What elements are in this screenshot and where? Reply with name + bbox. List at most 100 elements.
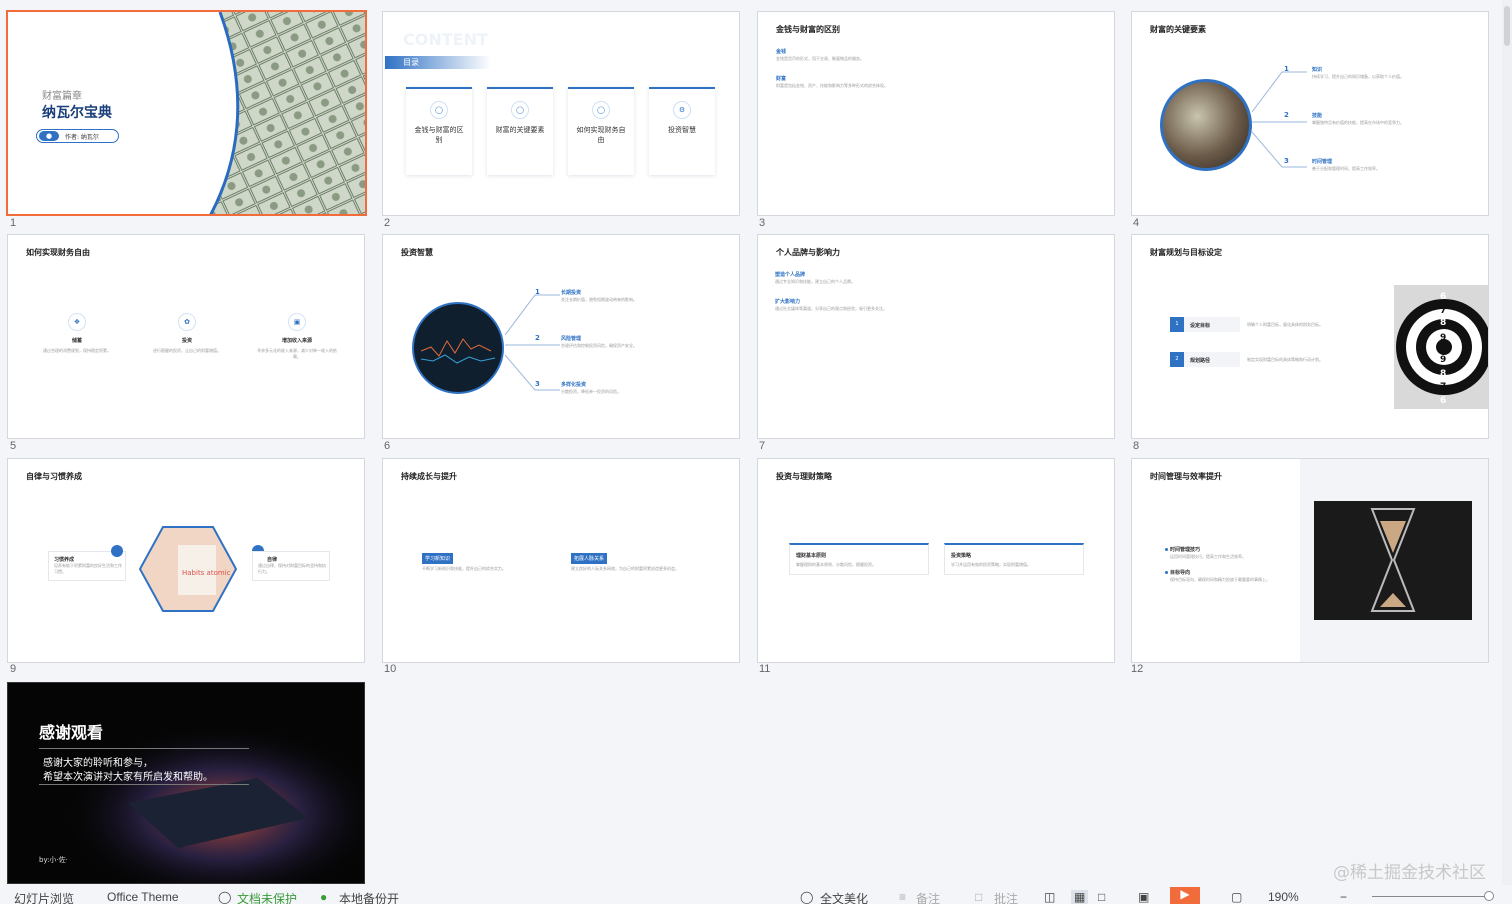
step-heading: 知识 xyxy=(1312,67,1323,73)
target-number: 7 xyxy=(1440,306,1446,316)
slide-number-6: 6 xyxy=(384,440,391,452)
slide-thumb-13[interactable]: 感谢观看 感谢大家的聆听和参与， 希望本次演讲对大家有所启发和帮助。 by:小·… xyxy=(7,682,365,884)
toc-bar: 目录 xyxy=(385,56,491,69)
vertical-scrollbar[interactable] xyxy=(1502,0,1512,885)
feature-text: 通过合理的消费规划，保持稳定积累。 xyxy=(43,348,111,353)
backup-status[interactable]: 本地备份开 xyxy=(339,890,399,904)
play-button[interactable]: ▶ xyxy=(1170,887,1200,904)
slide-thumb-3[interactable]: 金钱与财富的区别 金钱 金钱是货币的形式，用于交易、衡量物品的服务。 财富 财富… xyxy=(757,11,1115,216)
comment-button[interactable]: 批注 xyxy=(994,890,1018,904)
zoom-out-icon[interactable]: − xyxy=(1340,890,1347,904)
zoom-slider[interactable] xyxy=(1372,896,1490,897)
theme-label[interactable]: Office Theme xyxy=(107,890,179,904)
beautify-button[interactable]: 全文美化 xyxy=(820,890,868,904)
toc-card: ◯ 财富的关键要素 xyxy=(487,87,553,175)
step-text: 合理评估和控制投资风险，确保资产安全。 xyxy=(561,343,637,348)
goal-row: 2 规划路径 xyxy=(1170,352,1240,367)
slide-title: 投资智慧 xyxy=(401,248,433,257)
item-text: 通过专业知识和技能，建立自己的个人品牌。 xyxy=(775,279,855,284)
photo-panel xyxy=(1300,459,1488,662)
slide-number-12: 12 xyxy=(1131,663,1144,675)
target-number: 8 xyxy=(1440,318,1446,328)
zoom-slider-knob[interactable] xyxy=(1484,891,1494,901)
habit-text: 通过自律，保持对财富目标的坚持和执行力。 xyxy=(258,563,326,574)
slide-number-4: 4 xyxy=(1133,217,1140,229)
slide-thumb-6[interactable]: 投资智慧 1 长期投资 关注长期价值，避免短期波动带来的影响。 2 风险管理 合… xyxy=(382,234,740,439)
notes-button[interactable]: 备注 xyxy=(916,890,940,904)
item-text: 财富是包括金钱、资产、技能和影响力等多种形式的综合体现。 xyxy=(776,83,888,88)
plant-icon: ✿ xyxy=(178,313,196,331)
hourglass-photo xyxy=(1314,501,1472,620)
slide-thumb-10[interactable]: 持续成长与提升 学习新知识 不断学习新知识和技能，提升自己的综合实力。 拓展人脉… xyxy=(382,458,740,663)
slide-number-9: 9 xyxy=(10,663,17,675)
strategy-heading: 投资策略 xyxy=(951,553,972,559)
slide-number-7: 7 xyxy=(759,440,766,452)
status-bar: 幻灯片浏览 Office Theme ◯ 文档未保护 ● 本地备份开 ◯ 全文美… xyxy=(0,887,1512,904)
strategy-card: 理财基本原则 掌握理财的基本原则，分散风险，稳健投资。 xyxy=(789,543,929,575)
slide-1-category: 财富篇章 xyxy=(42,91,82,102)
strategy-heading: 理财基本原则 xyxy=(796,553,827,559)
protect-status[interactable]: 文档未保护 xyxy=(237,890,297,904)
slide-thumb-11[interactable]: 投资与理财策略 理财基本原则 掌握理财的基本原则，分散风险，稳健投资。 投资策略… xyxy=(757,458,1115,663)
fit-icon[interactable]: ▢ xyxy=(1231,890,1242,904)
book-cover-text: Habits atomic xyxy=(182,569,231,577)
ghost-heading: CONTENT xyxy=(403,30,488,49)
goal-heading: 规划路径 xyxy=(1190,358,1211,364)
tag-text: 建立良好的人际关系网络，为自己的财富积累创造更多机会。 xyxy=(571,566,679,571)
zoom-level[interactable]: 190% xyxy=(1268,890,1299,904)
divider xyxy=(39,748,249,749)
slide-thumb-8[interactable]: 财富规划与目标设定 1 设定目标 明确个人财富目标，量化具体的财务目标。 2 规… xyxy=(1131,234,1489,439)
toc-label: 目录 xyxy=(403,58,419,67)
thank-line-1: 感谢大家的聆听和参与， xyxy=(43,758,153,769)
step-heading: 风险管理 xyxy=(561,336,582,342)
book-photo: Habits atomic xyxy=(138,526,238,612)
tag-label: 学习新知识 xyxy=(422,553,454,564)
step-text: 持续学习，提升自己的知识储备，以获取个人价值。 xyxy=(1312,74,1404,79)
author-label: 作者: 纳瓦尔 xyxy=(65,134,99,141)
item-heading: 塑造个人品牌 xyxy=(775,272,806,278)
item-heading: 金钱 xyxy=(776,49,787,55)
target-number: 6 xyxy=(1440,396,1446,406)
habit-heading: 自律 xyxy=(267,557,278,563)
slide-browse-label[interactable]: 幻灯片浏览 xyxy=(14,890,74,904)
step-number: 2 xyxy=(535,334,540,342)
money-photo xyxy=(209,12,365,214)
slide-thumb-7[interactable]: 个人品牌与影响力 塑造个人品牌 通过专业知识和技能，建立自己的个人品牌。 扩大影… xyxy=(757,234,1115,439)
watermark: @稀土掘金技术社区 xyxy=(1333,863,1486,883)
slide-number-10: 10 xyxy=(384,663,397,675)
slide-thumb-1[interactable]: 财富篇章 纳瓦尔宝典 ● 作者: 纳瓦尔 xyxy=(6,10,367,216)
normal-view-icon[interactable]: ◫ xyxy=(1044,890,1055,904)
step-number: 3 xyxy=(535,380,540,388)
slide-1-title: 纳瓦尔宝典 xyxy=(42,105,112,121)
slide-thumb-9[interactable]: 自律与习惯养成 习惯养成 培养有助于积累财富的良好生活和工作习惯。 Habits… xyxy=(7,458,365,663)
item-heading: 扩大影响力 xyxy=(775,299,801,305)
person-icon xyxy=(111,545,123,557)
grid-view-icon[interactable]: ▦ xyxy=(1071,890,1089,904)
coins-icon: ❖ xyxy=(68,313,86,331)
feature-heading: 增加收入来源 xyxy=(281,338,312,344)
feature-text: 进行稳健的投资，让自己的财富增值。 xyxy=(153,348,221,353)
person-icon: ● xyxy=(39,131,59,141)
notes-icon: ≡ xyxy=(899,890,907,904)
reading-view-icon[interactable]: □ xyxy=(1098,890,1105,904)
slide-thumb-2[interactable]: CONTENT 目录 ◯ 金钱与财富的区别 ◯ 财富的关键要素 ◯ 如何实现财务… xyxy=(382,11,740,216)
slide-title: 个人品牌与影响力 xyxy=(776,248,840,257)
toc-card: ◯ 金钱与财富的区别 xyxy=(406,87,472,175)
slide-thumb-12[interactable]: 时间管理与效率提升 时间管理技巧 运用时间管理技巧，提高工作和生活效率。 目标导… xyxy=(1131,458,1489,663)
cash-photo xyxy=(1160,79,1252,171)
toc-card: ◯ 如何实现财务自由 xyxy=(568,87,634,175)
slide-thumb-4[interactable]: 财富的关键要素 1 知识 持续学习，提升自己的知识储备，以获取个人价值。 2 技… xyxy=(1131,11,1489,216)
slide-thumb-5[interactable]: 如何实现财务自由 ❖ 储蓄 通过合理的消费规划，保持稳定积累。 ✿ 投资 进行稳… xyxy=(7,234,365,439)
present-icon[interactable]: ▣ xyxy=(1138,890,1149,904)
slide-browser: 财富篇章 纳瓦尔宝典 ● 作者: 纳瓦尔 1 CONTENT 目录 ◯ 金钱与财… xyxy=(0,0,1512,904)
goal-text: 明确个人财富目标，量化具体的财务目标。 xyxy=(1247,322,1323,327)
toc-card-label: 财富的关键要素 xyxy=(495,126,545,134)
shield-icon: ◯ xyxy=(218,890,232,904)
comment-icon: □ xyxy=(975,890,983,904)
target-photo: 6 7 8 9 9 8 7 6 xyxy=(1394,285,1488,409)
building-icon: ◯ xyxy=(592,101,610,119)
scroll-thumb[interactable] xyxy=(1504,6,1510,46)
feature-heading: 投资 xyxy=(181,338,192,344)
slide-title: 持续成长与提升 xyxy=(401,472,457,481)
habit-card: 自律 通过自律，保持对财富目标的坚持和执行力。 xyxy=(252,551,330,581)
